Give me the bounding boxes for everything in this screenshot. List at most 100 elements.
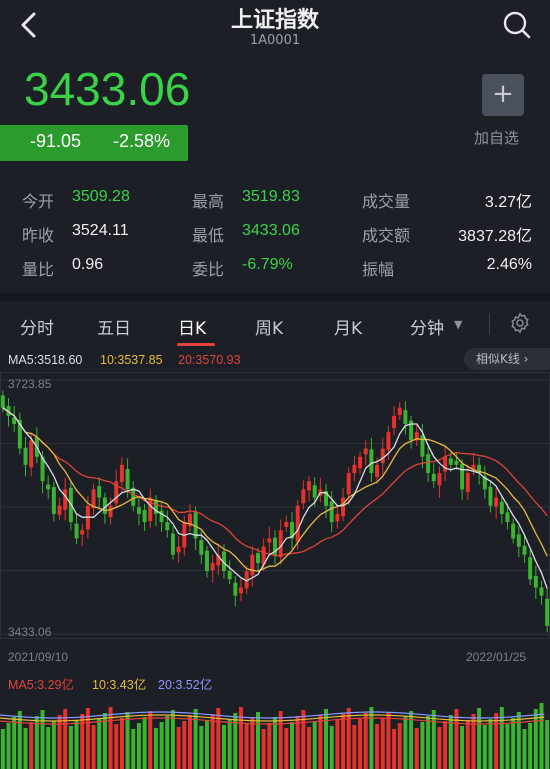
candle (210, 562, 215, 571)
add-watchlist-label[interactable]: 加自选 (474, 127, 519, 148)
kline-chart[interactable] (0, 372, 550, 668)
volume-bar (426, 716, 431, 769)
volume-bar (482, 725, 487, 769)
volume-bar (119, 718, 124, 769)
candle (301, 489, 306, 504)
volume-bar (363, 713, 368, 769)
search-icon[interactable] (502, 10, 532, 40)
volume-bar (341, 714, 346, 769)
candle (369, 449, 374, 474)
volume-bar (318, 715, 323, 769)
candle (420, 435, 425, 457)
volume-bar (375, 724, 380, 769)
volume-bar (80, 714, 85, 769)
volume-bar (352, 725, 357, 769)
gear-icon[interactable] (509, 312, 531, 334)
volume-bar (114, 724, 119, 769)
candle (199, 540, 204, 555)
candle (488, 486, 493, 506)
volume-bar (488, 719, 493, 769)
caret-down-icon[interactable]: ▼ (454, 318, 462, 331)
active-tab-indicator (177, 343, 215, 346)
tab-3[interactable]: 周K (255, 314, 283, 339)
candle (335, 513, 340, 522)
volume-bar (233, 713, 238, 769)
stat-label: 量比 (22, 260, 55, 279)
stat-value: 3433.06 (242, 222, 300, 239)
candle (250, 554, 255, 576)
similar-kline-button[interactable]: 相似K线 › (464, 348, 550, 370)
tab-1[interactable]: 五日 (97, 314, 131, 339)
chart-frame (0, 372, 550, 639)
volume-bar (57, 715, 62, 769)
divider (0, 293, 550, 301)
add-watchlist-button[interactable]: + (482, 74, 524, 116)
volume-bar (108, 707, 113, 769)
candle (295, 505, 300, 542)
volume-bar (539, 703, 544, 769)
volume-bar (216, 708, 221, 769)
stat-value: 3509.28 (72, 188, 130, 205)
vol-ma10-label: 10:3.43亿 (92, 678, 147, 692)
candle (125, 468, 130, 490)
stat-label: 今开 (22, 192, 55, 211)
stat-value: 0.96 (72, 256, 104, 273)
volume-bar (295, 716, 300, 769)
candle (136, 507, 141, 514)
volume-bar (312, 721, 317, 769)
ma20-label: 20:3570.93 (178, 353, 241, 367)
candle (528, 557, 533, 580)
candle (426, 454, 431, 474)
volume-bar (51, 721, 56, 769)
stat-value: -6.79% (242, 256, 293, 273)
volume-bar (0, 729, 5, 769)
volume-bar (522, 729, 527, 769)
volume-bar (290, 722, 294, 769)
candle (142, 509, 147, 523)
axis-low-label: 3433.06 (8, 625, 52, 639)
volume-bar (335, 720, 340, 769)
volume-bar (511, 718, 516, 769)
candle (545, 598, 550, 626)
candle (499, 501, 504, 514)
stat-label: 最低 (192, 226, 225, 245)
candle (176, 546, 181, 553)
ma5-label: MA5:3518.60 (8, 353, 83, 367)
price-change-pct: -2.58% (113, 131, 171, 151)
candle (165, 522, 170, 531)
volume-bar (176, 727, 181, 769)
volume-bar (210, 714, 215, 769)
volume-chart[interactable] (0, 693, 550, 769)
volume-bar (307, 727, 312, 769)
candle (238, 587, 243, 594)
tab-5[interactable]: 分钟 (410, 314, 444, 339)
candle (170, 533, 175, 555)
volume-bar (6, 723, 11, 769)
tab-4[interactable]: 月K (334, 314, 362, 339)
candle (74, 523, 79, 539)
volume-bar (187, 715, 192, 769)
volume-bar (414, 728, 419, 769)
volume-bar (136, 723, 141, 769)
candle (227, 571, 232, 580)
volume-bar (437, 727, 442, 769)
volume-bar (494, 713, 499, 769)
tab-0[interactable]: 分时 (20, 314, 54, 339)
tab-2[interactable]: 日K (178, 314, 206, 339)
candle (460, 464, 465, 490)
candle (57, 505, 62, 515)
volume-bar (477, 708, 482, 769)
volume-bar (329, 726, 334, 769)
volume-bar (369, 707, 374, 769)
volume-bar (193, 709, 198, 769)
axis-end-date: 2022/01/25 (466, 650, 527, 664)
candle (516, 534, 521, 547)
candle (375, 464, 380, 478)
stat-label: 振幅 (362, 260, 395, 279)
candle (97, 486, 102, 498)
volume-bar (545, 720, 550, 769)
candle (437, 473, 442, 486)
volume-bar (199, 726, 204, 769)
axis-start-date: 2021/09/10 (8, 650, 69, 664)
candle (397, 407, 402, 416)
